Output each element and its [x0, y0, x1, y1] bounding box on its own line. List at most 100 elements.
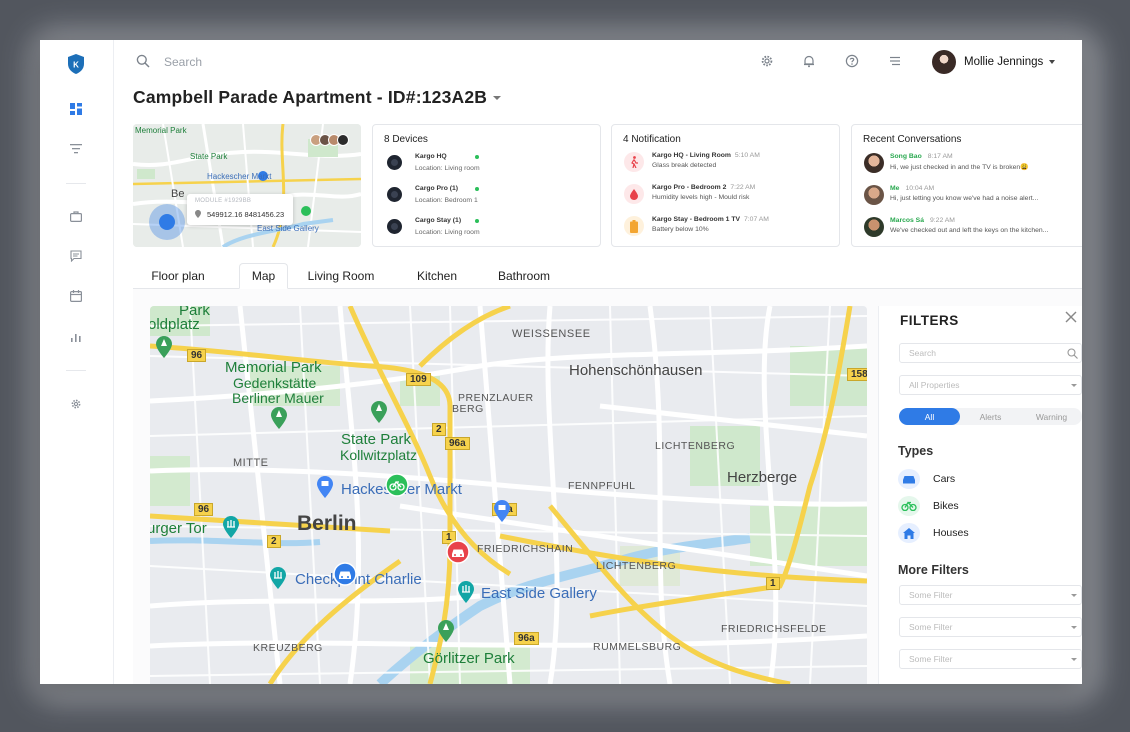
chevron-down-icon[interactable] [493, 95, 502, 100]
conversations-card[interactable]: Recent Conversations Song Bao 8:17 AM Hi,… [851, 124, 1082, 247]
device-name: Kargo HQ [415, 153, 447, 160]
park-pin-icon[interactable] [371, 401, 387, 423]
settings-icon[interactable] [69, 397, 83, 411]
more-filter-placeholder: Some Filter [909, 622, 953, 632]
device-name: Cargo Stay (1) [415, 217, 462, 224]
type-filter-cars[interactable]: Cars [898, 469, 955, 489]
tab-living-room[interactable]: Living Room [298, 263, 384, 289]
module-tooltip: MODULE #1929BB 549912.16 8481456.23 [187, 194, 293, 225]
city-map[interactable]: Park oldplatz WEISSENSEE Hohenschönhause… [150, 306, 867, 684]
properties-select[interactable]: All Properties [899, 375, 1082, 395]
road-shield: 158 [847, 368, 867, 381]
module-coordinates: 549912.16 8481456.23 [207, 210, 285, 219]
road-shield: 1 [766, 577, 780, 590]
park-pin-icon[interactable] [271, 407, 287, 429]
tab-kitchen[interactable]: Kitchen [405, 263, 469, 289]
map-label: Görlitzer Park [423, 650, 515, 667]
help-icon[interactable] [845, 54, 859, 68]
segment-all[interactable]: All [899, 408, 960, 425]
stats-icon[interactable] [69, 330, 83, 344]
device-icon [387, 155, 402, 170]
house-icon [898, 523, 920, 543]
menu-icon[interactable] [888, 54, 902, 68]
notification-desc: Glass break detected [652, 162, 717, 169]
filter-search-input[interactable]: Search [899, 343, 1082, 363]
type-label: Cars [933, 473, 956, 485]
conversation-name: Song Bao [890, 153, 922, 160]
filters-panel: FILTERS Search All Properties All Alerts… [878, 306, 1082, 684]
search-icon [136, 54, 150, 68]
avatar-group[interactable] [310, 134, 349, 146]
user-menu[interactable]: Mollie Jennings [932, 49, 1056, 75]
map-label: FRIEDRICHSHAIN [477, 543, 574, 555]
notification-desc: Humidity levels high - Mould risk [652, 194, 750, 201]
park-pin-icon[interactable] [438, 620, 454, 642]
landmark-pin-icon[interactable] [223, 516, 239, 538]
tab-bathroom[interactable]: Bathroom [486, 263, 562, 289]
device-icon [387, 187, 402, 202]
shopping-pin-icon[interactable] [494, 500, 510, 522]
conversations-title: Recent Conversations [863, 134, 962, 145]
road-shield: 96 [194, 503, 214, 516]
map-label: Checkpoint Charlie [295, 571, 422, 588]
avatar [864, 153, 884, 173]
avatar [864, 185, 884, 205]
map-label: State Park [341, 431, 412, 448]
map-label: BERG [452, 403, 484, 415]
car-marker-icon[interactable] [333, 562, 357, 586]
segment-warning[interactable]: Warning [1021, 408, 1082, 425]
more-filter-placeholder: Some Filter [909, 590, 953, 600]
briefcase-icon[interactable] [69, 209, 83, 223]
conversation-message: We've checked out and left the keys on t… [890, 227, 1049, 234]
property-selector[interactable]: Campbell Parade Apartment - ID#:123A2B [133, 87, 502, 108]
bell-icon[interactable] [802, 54, 816, 68]
sidebar: K [40, 40, 114, 684]
notification-desc: Battery below 10% [652, 226, 709, 233]
close-icon[interactable] [1064, 310, 1078, 324]
search-input[interactable] [164, 53, 404, 71]
filter-search-placeholder: Search [909, 348, 936, 358]
more-filter-select[interactable]: Some Filter [899, 585, 1082, 605]
conversation-time: 8:17 AM [927, 153, 953, 160]
tab-floor-plan[interactable]: Floor plan [133, 263, 223, 289]
car-marker-icon[interactable] [446, 540, 470, 564]
map-label: MITTE [233, 457, 269, 469]
device-location: Location: Living room [415, 165, 480, 172]
park-pin-icon[interactable] [156, 336, 172, 358]
notifications-card[interactable]: 4 Notification Kargo HQ - Living Room 5:1… [611, 124, 840, 247]
devices-card[interactable]: 8 Devices Kargo HQ Location: Living room… [372, 124, 601, 247]
more-filter-select[interactable]: Some Filter [899, 649, 1082, 669]
map-label: Herzberge [727, 469, 798, 486]
map-label: RUMMELSBURG [593, 641, 682, 653]
type-label: Houses [933, 527, 969, 539]
app-logo-icon[interactable]: K [66, 53, 86, 75]
conversation-message: Hi, just letting you know we've had a no… [890, 195, 1039, 202]
bike-marker-icon[interactable] [385, 473, 409, 497]
map-label: State Park [190, 152, 228, 161]
type-filter-houses[interactable]: Houses [898, 523, 969, 543]
map-label: Hackescher Markt [207, 172, 272, 181]
segment-alerts[interactable]: Alerts [960, 408, 1021, 425]
shopping-pin-icon[interactable] [317, 476, 333, 498]
device-location: Location: Living room [415, 229, 480, 236]
type-filter-bikes[interactable]: Bikes [898, 496, 959, 516]
notification-title: Kargo Stay - Bedroom 1 TV [652, 216, 740, 223]
more-filter-select[interactable]: Some Filter [899, 617, 1082, 637]
landmark-pin-icon[interactable] [270, 567, 286, 589]
app-window: K Search Mollie Jennings Campbell Parade… [40, 40, 1082, 684]
tab-map[interactable]: Map [239, 263, 288, 289]
calendar-icon[interactable] [69, 289, 83, 303]
conversation-name: Marcos Sá [890, 217, 925, 224]
view-tabs: Floor plan Map Living Room Kitchen Bathr… [133, 263, 1082, 289]
notification-time: 7:22 AM [730, 184, 756, 191]
conversation-time: 10:04 AM [905, 185, 935, 192]
filters-title: FILTERS [900, 313, 959, 328]
online-status-dot [475, 219, 479, 223]
landmark-pin-icon[interactable] [458, 581, 474, 603]
gear-icon[interactable] [760, 54, 774, 68]
mini-map[interactable]: Memorial Park State Park Hackescher Mark… [133, 124, 361, 247]
chat-icon[interactable] [69, 249, 83, 263]
dashboard-icon[interactable] [69, 102, 83, 116]
avatar [932, 50, 956, 74]
filter-icon[interactable] [69, 142, 83, 156]
